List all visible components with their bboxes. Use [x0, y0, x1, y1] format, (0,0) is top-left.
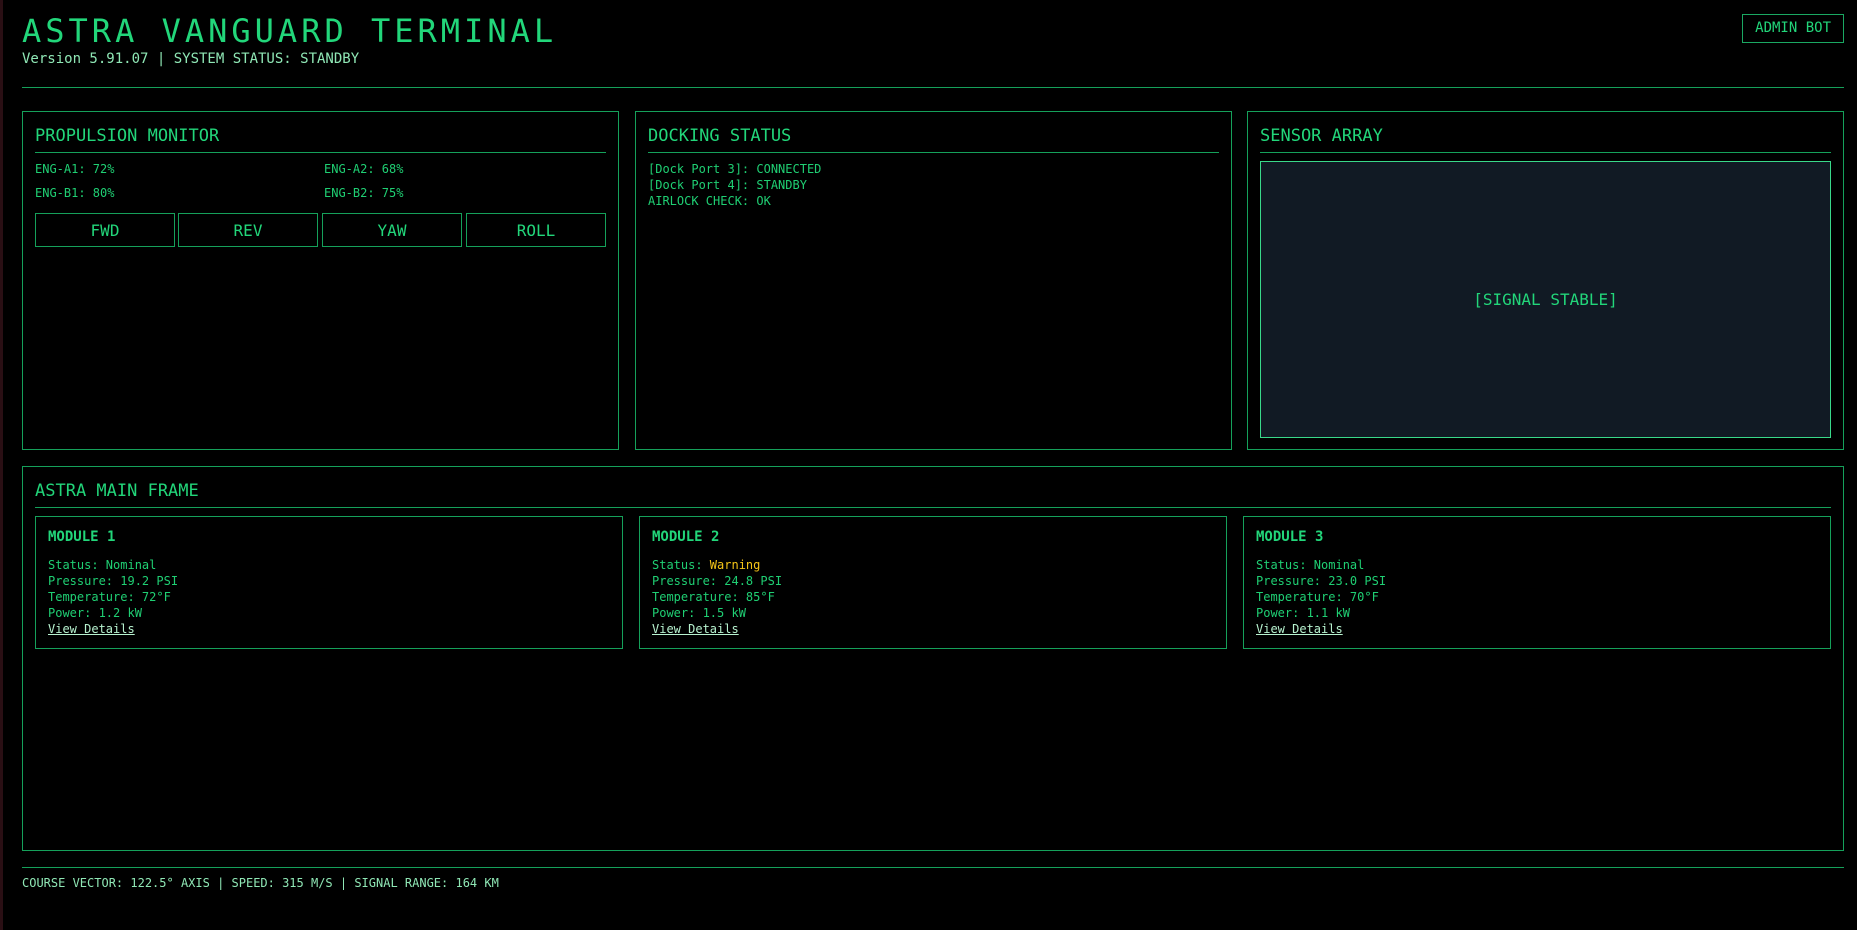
status-value-warning: Warning [709, 558, 761, 572]
admin-bot-button[interactable]: ADMIN BOT [1742, 14, 1844, 43]
app-title: ASTRA VANGUARD TERMINAL [22, 12, 558, 50]
module-title: MODULE 2 [652, 529, 720, 545]
dock-port-4-status: [Dock Port 4]: STANDBY [648, 178, 807, 192]
module-stats: Status: Warning Pressure: 24.8 PSI Tempe… [652, 557, 782, 637]
roll-button[interactable]: ROLL [466, 213, 606, 247]
module-power: Power: 1.5 kW [652, 606, 746, 620]
module-stats: Status: Nominal Pressure: 23.0 PSI Tempe… [1256, 557, 1386, 637]
signal-status-label: [SIGNAL STABLE] [1473, 290, 1618, 309]
panel-title: DOCKING STATUS [648, 126, 1219, 153]
status-value: Nominal [105, 558, 157, 572]
module-stats: Status: Nominal Pressure: 19.2 PSI Tempe… [48, 557, 178, 637]
module-status: Status: Nominal [1256, 557, 1386, 573]
panel-title: PROPULSION MONITOR [35, 126, 606, 153]
airlock-check-status: AIRLOCK CHECK: OK [648, 194, 771, 208]
main-frame-panel: ASTRA MAIN FRAME MODULE 1 Status: Nomina… [22, 466, 1844, 851]
status-value: Nominal [1313, 558, 1365, 572]
engine-readout-a1: ENG-A1: 72% [35, 162, 115, 176]
propulsion-monitor-panel: PROPULSION MONITOR ENG-A1: 72% ENG-A2: 6… [22, 111, 619, 450]
module-card-2: MODULE 2 Status: Warning Pressure: 24.8 … [639, 516, 1227, 649]
engine-readout-a2: ENG-A2: 68% [324, 162, 404, 176]
course-telemetry-footer: COURSE VECTOR: 122.5° AXIS | SPEED: 315 … [22, 867, 1844, 890]
module-power: Power: 1.1 kW [1256, 606, 1350, 620]
module-status: Status: Nominal [48, 557, 178, 573]
engine-readout-b2: ENG-B2: 75% [324, 186, 404, 200]
docking-status-panel: DOCKING STATUS [Dock Port 3]: CONNECTED … [635, 111, 1232, 450]
module-power: Power: 1.2 kW [48, 606, 142, 620]
terminal-page: ASTRA VANGUARD TERMINAL Version 5.91.07 … [19, 0, 1844, 930]
rev-button[interactable]: REV [178, 213, 318, 247]
module-temperature: Temperature: 72°F [48, 590, 171, 604]
module-title: MODULE 3 [1256, 529, 1324, 545]
panel-title: ASTRA MAIN FRAME [35, 481, 1831, 508]
view-details-link[interactable]: View Details [652, 622, 739, 636]
module-card-3: MODULE 3 Status: Nominal Pressure: 23.0 … [1243, 516, 1831, 649]
fwd-button[interactable]: FWD [35, 213, 175, 247]
module-pressure: Pressure: 24.8 PSI [652, 574, 783, 588]
header: ASTRA VANGUARD TERMINAL Version 5.91.07 … [22, 0, 1844, 88]
module-pressure: Pressure: 23.0 PSI [1256, 574, 1387, 588]
sensor-display: [SIGNAL STABLE] [1260, 161, 1831, 438]
version-status: Version 5.91.07 | SYSTEM STATUS: STANDBY [22, 51, 360, 67]
module-pressure: Pressure: 19.2 PSI [48, 574, 179, 588]
panel-title: SENSOR ARRAY [1260, 126, 1831, 153]
status-label: Status: [48, 558, 106, 572]
view-details-link[interactable]: View Details [1256, 622, 1343, 636]
dock-port-3-status: [Dock Port 3]: CONNECTED [648, 162, 822, 176]
status-label: Status: [652, 558, 710, 572]
docking-log: [Dock Port 3]: CONNECTED [Dock Port 4]: … [648, 161, 821, 209]
view-details-link[interactable]: View Details [48, 622, 135, 636]
status-label: Status: [1256, 558, 1314, 572]
module-temperature: Temperature: 85°F [652, 590, 775, 604]
module-title: MODULE 1 [48, 529, 116, 545]
module-card-1: MODULE 1 Status: Nominal Pressure: 19.2 … [35, 516, 623, 649]
engine-readout-b1: ENG-B1: 80% [35, 186, 115, 200]
sensor-array-panel: SENSOR ARRAY [SIGNAL STABLE] [1247, 111, 1844, 450]
module-status: Status: Warning [652, 557, 782, 573]
yaw-button[interactable]: YAW [322, 213, 462, 247]
module-temperature: Temperature: 70°F [1256, 590, 1379, 604]
